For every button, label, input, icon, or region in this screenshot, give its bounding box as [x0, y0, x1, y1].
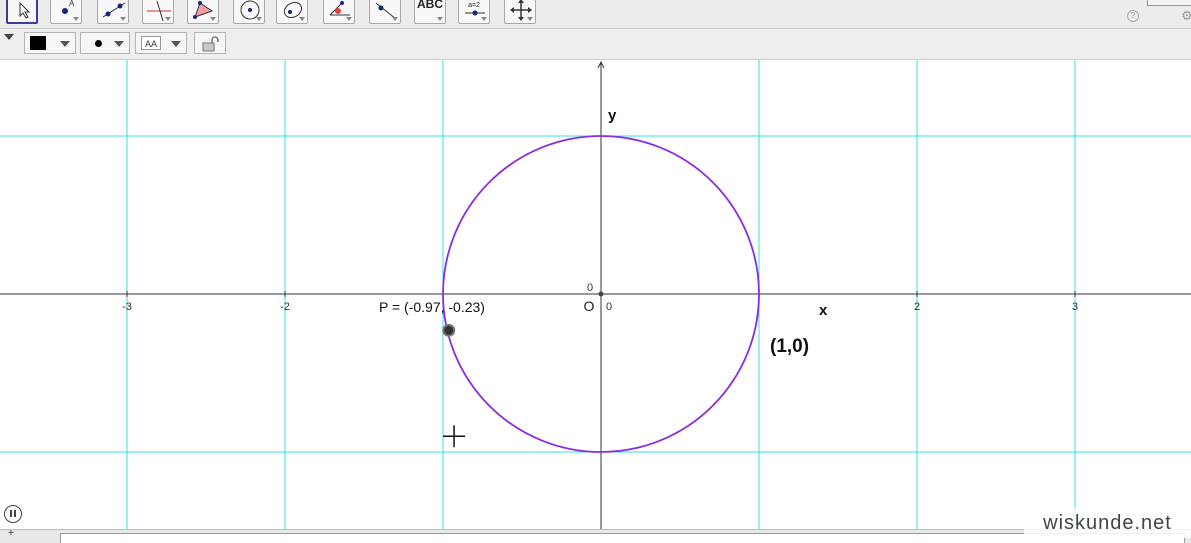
input-bar: +: [0, 528, 1191, 543]
color-picker-button[interactable]: [24, 32, 76, 54]
tool-menu-indicator-icon: [165, 17, 171, 21]
chevron-down-icon: [171, 41, 181, 47]
polygon-tool-button[interactable]: [187, 0, 219, 24]
point-p-label: P = (-0.97, -0.23): [379, 299, 485, 315]
move-view-tool-button[interactable]: [504, 0, 536, 24]
style-bar-toggle-icon[interactable]: [4, 34, 14, 40]
lock-button[interactable]: [194, 32, 226, 54]
unlock-icon: [202, 36, 219, 52]
point-p[interactable]: [442, 323, 456, 337]
tool-menu-indicator-icon: [299, 17, 305, 21]
tool-menu-indicator-icon: [73, 17, 79, 21]
pause-animation-button[interactable]: [4, 505, 22, 523]
reflect-tool-button[interactable]: [369, 0, 401, 24]
tool-label: a=2: [468, 2, 480, 9]
gear-icon[interactable]: ⚙: [1181, 8, 1191, 24]
color-swatch: [30, 36, 46, 50]
chevron-down-icon: [114, 41, 124, 47]
origin-label: O: [584, 298, 595, 314]
circle-center-point-icon: [240, 0, 260, 20]
toolbar: A ABC a=2? ⚙: [0, 0, 1191, 29]
text-tool-button[interactable]: ABC: [414, 0, 446, 24]
point-style-dot-icon: [95, 40, 102, 47]
tool-label: ABC: [417, 0, 443, 11]
angle-tool-button[interactable]: [323, 0, 355, 24]
line-tool-button[interactable]: [97, 0, 129, 24]
point-tool-button[interactable]: A: [50, 0, 82, 24]
watermark: wiskunde.net: [1024, 508, 1191, 538]
angle-icon: [329, 1, 350, 16]
x-axis-tick-label: 2: [914, 301, 920, 313]
polygon-icon: [193, 1, 214, 19]
tool-menu-indicator-icon: [481, 17, 487, 21]
annotation-label: (1,0): [770, 336, 809, 357]
style-bar: AA: [0, 29, 1191, 60]
tool-menu-indicator-icon: [256, 17, 262, 21]
x-axis-label: x: [819, 302, 828, 319]
tool-menu-indicator-icon: [120, 17, 126, 21]
reflect-icon: [375, 2, 397, 20]
tool-menu-indicator-icon: [437, 17, 443, 21]
tool-menu-indicator-icon: [527, 17, 533, 21]
arrow-pointer-icon: [19, 1, 31, 19]
move-graphics-view-icon: [510, 0, 532, 21]
x-axis-tick-label: -2: [280, 301, 290, 313]
tool-menu-indicator-icon: [392, 17, 398, 21]
circle-tool-button[interactable]: [233, 0, 265, 24]
toolbar-right-area: ? ⚙: [1111, 0, 1191, 28]
chevron-down-icon: [60, 41, 70, 47]
perpendicular-tool-button[interactable]: [142, 0, 174, 24]
ellipse-icon: [283, 1, 303, 19]
y-axis-label: y: [608, 107, 617, 124]
origin-point[interactable]: [598, 291, 604, 297]
x-axis-tick-label: -3: [122, 301, 132, 313]
slider-tool-button[interactable]: a=2: [458, 0, 490, 24]
label-style-button[interactable]: AA: [135, 32, 187, 54]
move-tool-button[interactable]: [6, 0, 38, 24]
perpendicular-line-icon: [147, 0, 171, 22]
x-axis-tick-label: 3: [1072, 301, 1078, 313]
font-size-icon: AA: [141, 36, 161, 50]
point-style-button[interactable]: [80, 32, 130, 54]
input-bar-label: +: [8, 528, 14, 539]
graphics-view[interactable]: -3 -2 0 2 3 0 x y O P = (-0.97, -0.23) (1,0): [0, 60, 1191, 529]
help-icon[interactable]: ?: [1127, 10, 1139, 22]
window-buttons[interactable]: [1147, 0, 1191, 6]
conic-tool-button[interactable]: [276, 0, 308, 24]
y-axis-tick-label: 0: [587, 282, 593, 294]
crosshair-cursor-icon: [443, 425, 466, 448]
line-through-two-points-icon: [102, 2, 126, 18]
point-icon: A: [62, 0, 75, 14]
tool-menu-indicator-icon: [210, 17, 216, 21]
x-axis-tick-label: 0: [606, 301, 612, 313]
tool-menu-indicator-icon: [346, 17, 352, 21]
svg-text:A: A: [69, 0, 75, 8]
